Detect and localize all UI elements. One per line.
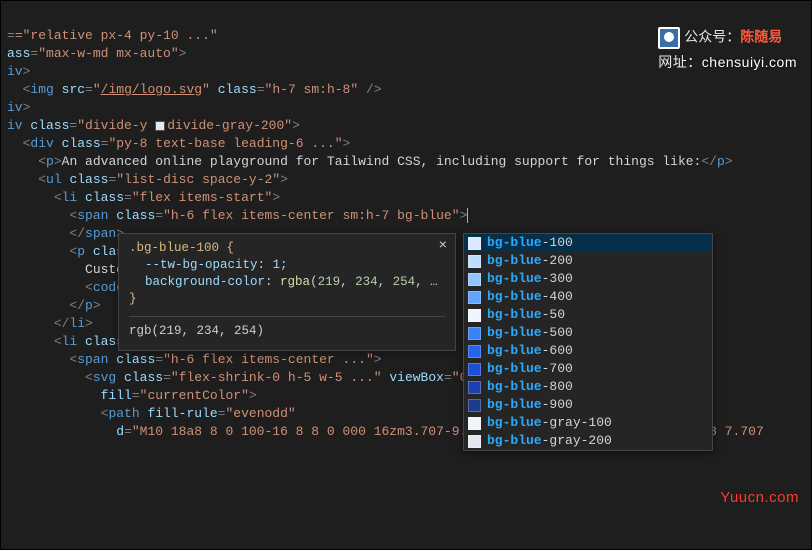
suggest-label: bg-blue-400: [487, 288, 573, 306]
watermark-top: 公众号：陈随易 网址：chensuiyi.com: [658, 27, 797, 71]
tooltip-prop: --tw-bg-opacity: 1;: [145, 258, 288, 272]
close-icon[interactable]: ×: [439, 238, 447, 255]
suggest-label: bg-blue-600: [487, 342, 573, 360]
color-swatch-icon: [468, 273, 481, 286]
suggest-label: bg-blue-300: [487, 270, 573, 288]
color-swatch-icon: [468, 255, 481, 268]
suggest-item[interactable]: bg-blue-400: [464, 288, 712, 306]
color-swatch-icon: [468, 327, 481, 340]
watermark-bottom: Yuucn.com: [720, 489, 799, 507]
color-swatch-icon: [468, 363, 481, 376]
color-swatch-icon: [468, 237, 481, 250]
color-swatch-icon: [468, 345, 481, 358]
color-swatch-icon: [468, 291, 481, 304]
suggest-item[interactable]: bg-blue-700: [464, 360, 712, 378]
tooltip-selector: .bg-blue-100 {: [129, 241, 234, 255]
color-swatch-icon: [468, 417, 481, 430]
suggest-label: bg-blue-gray-200: [487, 432, 612, 450]
suggest-item[interactable]: bg-blue-900: [464, 396, 712, 414]
code-token: ="relative px-4 py-10 ...": [15, 28, 218, 43]
suggest-item[interactable]: bg-blue-300: [464, 270, 712, 288]
suggest-item[interactable]: bg-blue-800: [464, 378, 712, 396]
suggest-item[interactable]: bg-blue-100: [464, 234, 712, 252]
autocomplete-popup[interactable]: bg-blue-100bg-blue-200bg-blue-300bg-blue…: [463, 233, 713, 451]
color-swatch-icon: [468, 309, 481, 322]
suggest-item[interactable]: bg-blue-500: [464, 324, 712, 342]
suggest-label: bg-blue-100: [487, 234, 573, 252]
suggest-label: bg-blue-700: [487, 360, 573, 378]
text-cursor: [467, 208, 468, 223]
suggest-item[interactable]: bg-blue-gray-100: [464, 414, 712, 432]
suggest-item[interactable]: bg-blue-600: [464, 342, 712, 360]
suggest-label: bg-blue-gray-100: [487, 414, 612, 432]
suggest-label: bg-blue-800: [487, 378, 573, 396]
suggest-label: bg-blue-500: [487, 324, 573, 342]
suggest-label: bg-blue-900: [487, 396, 573, 414]
avatar-icon: [658, 27, 680, 49]
color-swatch-icon: [468, 435, 481, 448]
color-swatch-icon: [468, 399, 481, 412]
tooltip-color-value: rgb(219, 234, 254): [129, 323, 445, 340]
suggest-item[interactable]: bg-blue-50: [464, 306, 712, 324]
suggest-item[interactable]: bg-blue-gray-200: [464, 432, 712, 450]
color-swatch-inline: [155, 121, 165, 131]
color-swatch-icon: [468, 381, 481, 394]
suggest-item[interactable]: bg-blue-200: [464, 252, 712, 270]
paragraph-text: An advanced online playground for Tailwi…: [62, 154, 702, 169]
img-src: /img/logo.svg: [101, 82, 202, 97]
css-hover-tooltip: × .bg-blue-100 { --tw-bg-opacity: 1; bac…: [118, 233, 456, 351]
suggest-label: bg-blue-50: [487, 306, 565, 324]
suggest-label: bg-blue-200: [487, 252, 573, 270]
